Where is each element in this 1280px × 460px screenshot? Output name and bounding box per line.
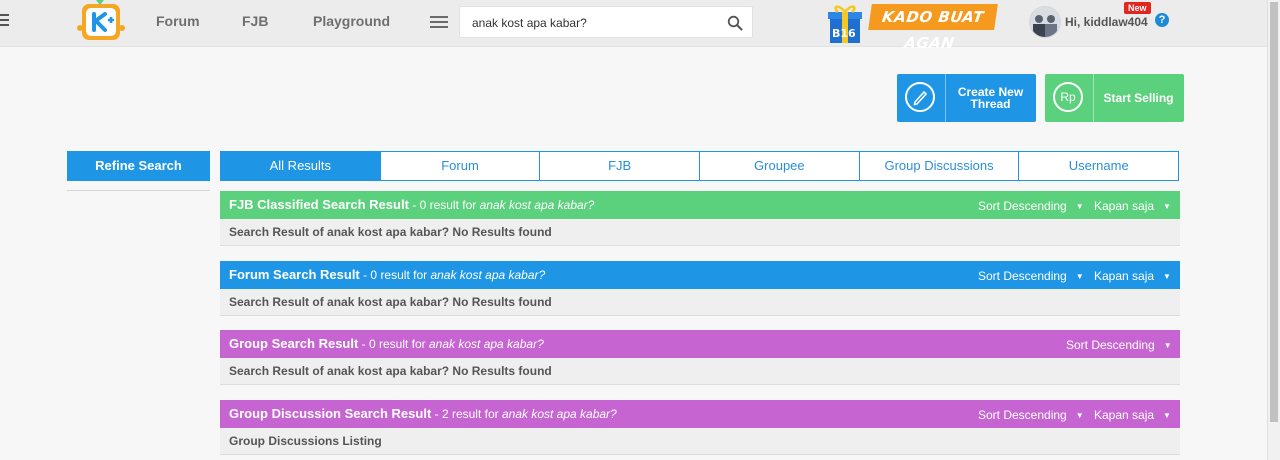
create-thread-label: Create New Thread — [957, 85, 1024, 111]
rupiah-symbol: Rp — [1060, 90, 1076, 104]
caret-down-icon: ▼ — [1075, 411, 1084, 420]
refine-search-button[interactable]: Refine Search — [67, 151, 210, 181]
nav-fjb[interactable]: FJB — [242, 13, 268, 29]
caret-down-icon: ▼ — [1163, 341, 1172, 350]
caret-down-icon: ▼ — [1075, 272, 1084, 281]
tab-groupee[interactable]: Groupee — [700, 151, 860, 181]
time-label: Kapan saja — [1094, 199, 1155, 213]
sort-label: Sort Descending — [1066, 338, 1155, 352]
menu-icon[interactable] — [428, 13, 450, 31]
avatar[interactable] — [1029, 6, 1061, 38]
tab-group-discussions[interactable]: Group Discussions — [859, 151, 1020, 181]
pencil-icon — [905, 82, 935, 112]
time-label: Kapan saja — [1094, 269, 1155, 283]
section-title: Group Search Result - 0 result for anak … — [229, 336, 544, 351]
tab-forum[interactable]: Forum — [380, 151, 541, 181]
sort-dropdown[interactable]: Sort Descending ▼ — [1066, 338, 1172, 352]
time-dropdown[interactable]: Kapan saja ▼ — [1094, 269, 1171, 283]
top-navbar: Forum FJB Playground B16 KADO BUAT AGAN — [0, 0, 1268, 52]
nav-forum[interactable]: Forum — [156, 13, 200, 29]
time-dropdown[interactable]: Kapan saja ▼ — [1094, 408, 1171, 422]
scrollbar-thumb[interactable] — [1270, 2, 1278, 422]
sort-label: Sort Descending — [978, 199, 1067, 213]
section-header: FJB Classified Search Result - 0 result … — [220, 191, 1180, 219]
section-header: Forum Search Result - 0 result for anak … — [220, 261, 1180, 289]
result-count: - 2 result for — [431, 407, 502, 421]
section-body: Search Result of anak kost apa kabar? No… — [220, 358, 1180, 385]
group-discussion-result-section: Group Discussion Search Result - 2 resul… — [220, 400, 1180, 455]
search-query: anak kost apa kabar? — [429, 337, 544, 351]
svg-text:B16: B16 — [832, 27, 856, 40]
caret-down-icon: ▼ — [1163, 202, 1171, 211]
sort-label: Sort Descending — [978, 269, 1067, 283]
tab-all-results[interactable]: All Results — [220, 151, 381, 181]
page-scrollbar[interactable] — [1267, 0, 1280, 460]
section-title-text: Group Discussion Search Result — [229, 406, 432, 421]
section-body: Search Result of anak kost apa kabar? No… — [220, 219, 1180, 246]
section-body: Group Discussions Listing — [220, 428, 1180, 455]
section-header: Group Discussion Search Result - 2 resul… — [220, 400, 1180, 428]
section-body: Search Result of anak kost apa kabar? No… — [220, 289, 1180, 316]
caret-down-icon: ▼ — [1163, 411, 1171, 420]
fjb-result-section: FJB Classified Search Result - 0 result … — [220, 191, 1180, 246]
search-query: anak kost apa kabar? — [430, 268, 546, 282]
section-title-text: FJB Classified Search Result — [229, 197, 409, 212]
section-title: FJB Classified Search Result - 0 result … — [229, 197, 594, 212]
side-menu-icon[interactable] — [0, 14, 12, 28]
section-title-text: Group Search Result — [229, 336, 359, 351]
start-selling-button[interactable]: Rp Start Selling — [1045, 74, 1184, 122]
result-count: - 0 result for — [358, 337, 429, 351]
create-thread-button[interactable]: Create New Thread — [897, 74, 1036, 122]
result-tabs: All Results Forum FJB Groupee Group Disc… — [220, 151, 1180, 181]
kaskus-logo[interactable] — [74, 0, 128, 46]
group-result-section: Group Search Result - 0 result for anak … — [220, 330, 1180, 385]
search-icon[interactable] — [727, 15, 743, 31]
search-bar — [459, 6, 753, 39]
sidebar-divider — [67, 190, 210, 191]
result-count: - 0 result for — [359, 268, 431, 282]
sort-dropdown[interactable]: Sort Descending ▼ — [978, 269, 1084, 283]
caret-down-icon: ▼ — [1075, 202, 1084, 211]
promo-banner[interactable]: B16 KADO BUAT AGAN — [826, 0, 998, 52]
promo-text: KADO BUAT AGAN — [868, 4, 998, 52]
caret-down-icon: ▼ — [1163, 272, 1171, 281]
section-title: Forum Search Result - 0 result for anak … — [229, 267, 545, 282]
time-label: Kapan saja — [1094, 408, 1155, 422]
sort-label: Sort Descending — [978, 408, 1067, 422]
nav-playground[interactable]: Playground — [313, 13, 390, 29]
sort-dropdown[interactable]: Sort Descending ▼ — [978, 199, 1084, 213]
tab-username[interactable]: Username — [1019, 151, 1180, 181]
tab-fjb[interactable]: FJB — [540, 151, 701, 181]
sort-dropdown[interactable]: Sort Descending ▼ — [978, 408, 1084, 422]
help-icon[interactable]: ? — [1155, 13, 1169, 27]
rupiah-icon: Rp — [1053, 82, 1083, 112]
new-badge: New — [1124, 2, 1151, 14]
user-greeting[interactable]: Hi, kiddlaw404 — [1065, 15, 1148, 29]
section-header: Group Search Result - 0 result for anak … — [220, 330, 1180, 358]
start-selling-label: Start Selling — [1103, 91, 1174, 105]
forum-result-section: Forum Search Result - 0 result for anak … — [220, 261, 1180, 316]
gift-icon: B16 — [828, 5, 862, 43]
search-query: anak kost apa kabar? — [479, 198, 595, 212]
search-input[interactable] — [470, 7, 724, 39]
result-count: - 0 result for — [408, 198, 480, 212]
time-dropdown[interactable]: Kapan saja ▼ — [1094, 199, 1171, 213]
search-query: anak kost apa kabar? — [501, 407, 617, 421]
section-title: Group Discussion Search Result - 2 resul… — [229, 406, 617, 421]
section-title-text: Forum Search Result — [229, 267, 360, 282]
